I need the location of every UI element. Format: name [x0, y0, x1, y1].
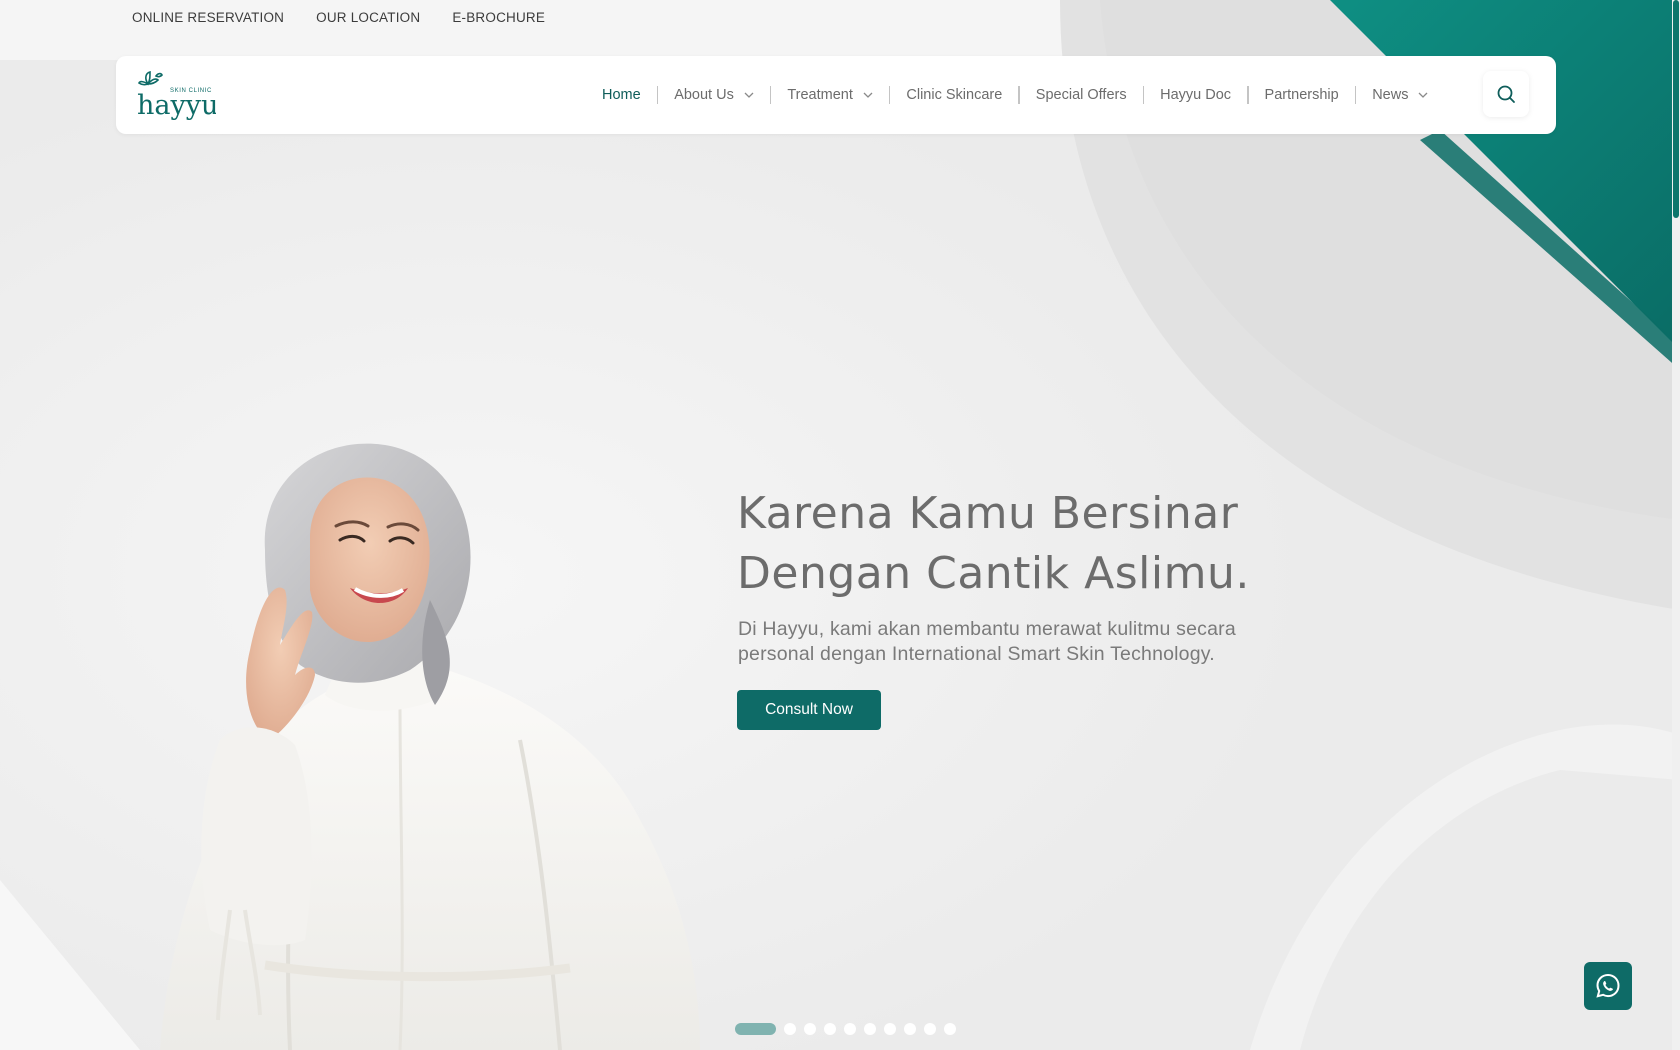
chevron-down-icon: [1418, 92, 1428, 98]
hero-subtitle-line-1: Di Hayyu, kami akan membantu merawat kul…: [738, 618, 1236, 640]
hero-title-line-2: Dengan Cantik Aslimu.: [737, 548, 1250, 599]
carousel-dot[interactable]: [884, 1023, 896, 1035]
nav-item-label: Hayyu Doc: [1160, 87, 1232, 103]
nav-item-hayyu-doc[interactable]: Hayyu Doc: [1144, 87, 1247, 103]
nav-item-about-us[interactable]: About Us: [658, 87, 770, 103]
nav-item-label: Special Offers: [1035, 87, 1127, 103]
nav-item-label: About Us: [674, 87, 734, 103]
chevron-down-icon: [863, 92, 873, 98]
carousel-dot[interactable]: [735, 1023, 776, 1035]
nav-item-news[interactable]: News: [1356, 87, 1444, 103]
carousel-dot[interactable]: [844, 1023, 856, 1035]
logo-wordmark: hayyu: [137, 90, 216, 121]
hero-subtitle: Di Hayyu, kami akan membantu merawat kul…: [738, 617, 1298, 667]
carousel-dot[interactable]: [944, 1023, 956, 1035]
nav-item-label: Home: [602, 87, 641, 103]
search-button[interactable]: [1483, 71, 1529, 117]
carousel-dot[interactable]: [784, 1023, 796, 1035]
nav-item-home[interactable]: Home: [586, 87, 657, 103]
whatsapp-button[interactable]: [1584, 962, 1632, 1010]
nav-item-special-offers[interactable]: Special Offers: [1020, 87, 1143, 103]
top-utility-bar: ONLINE RESERVATION OUR LOCATION E-BROCHU…: [116, 0, 561, 36]
hero-title-line-1: Karena Kamu Bersinar: [737, 488, 1239, 539]
hayyu-logo[interactable]: SKIN CLINIC hayyu: [136, 70, 216, 122]
scrollbar-thumb[interactable]: [1673, 0, 1679, 218]
nav-menu: Home About Us Treatment Clinic Skincare …: [586, 56, 1444, 134]
nav-item-label: Clinic Skincare: [906, 87, 1003, 103]
e-brochure-link[interactable]: E-BROCHURE: [436, 0, 561, 36]
nav-item-label: Treatment: [787, 87, 853, 103]
page-scrollbar[interactable]: [1672, 0, 1680, 1050]
our-location-link[interactable]: OUR LOCATION: [300, 0, 436, 36]
hero-model-image: [160, 443, 700, 1050]
online-reservation-link[interactable]: ONLINE RESERVATION: [116, 0, 300, 36]
search-icon: [1497, 85, 1515, 103]
hero-subtitle-line-2: personal dengan International Smart Skin…: [738, 643, 1215, 665]
carousel-dot[interactable]: [804, 1023, 816, 1035]
main-navbar: SKIN CLINIC hayyu Home About Us Treatmen…: [116, 56, 1556, 134]
logo-flower-icon: [137, 70, 163, 86]
nav-item-partnership[interactable]: Partnership: [1249, 87, 1355, 103]
nav-item-label: Partnership: [1264, 87, 1339, 103]
carousel-dot[interactable]: [904, 1023, 916, 1035]
whatsapp-icon: [1596, 973, 1620, 998]
carousel-dot[interactable]: [864, 1023, 876, 1035]
nav-item-label: News: [1372, 87, 1409, 103]
consult-now-button[interactable]: Consult Now: [737, 690, 881, 730]
nav-item-treatment[interactable]: Treatment: [771, 87, 889, 103]
hero-title: Karena Kamu Bersinar Dengan Cantik Aslim…: [737, 484, 1357, 604]
carousel-dot[interactable]: [924, 1023, 936, 1035]
carousel-pagination: [735, 1023, 964, 1035]
chevron-down-icon: [744, 92, 754, 98]
carousel-dot[interactable]: [824, 1023, 836, 1035]
nav-item-clinic-skincare[interactable]: Clinic Skincare: [890, 87, 1018, 103]
